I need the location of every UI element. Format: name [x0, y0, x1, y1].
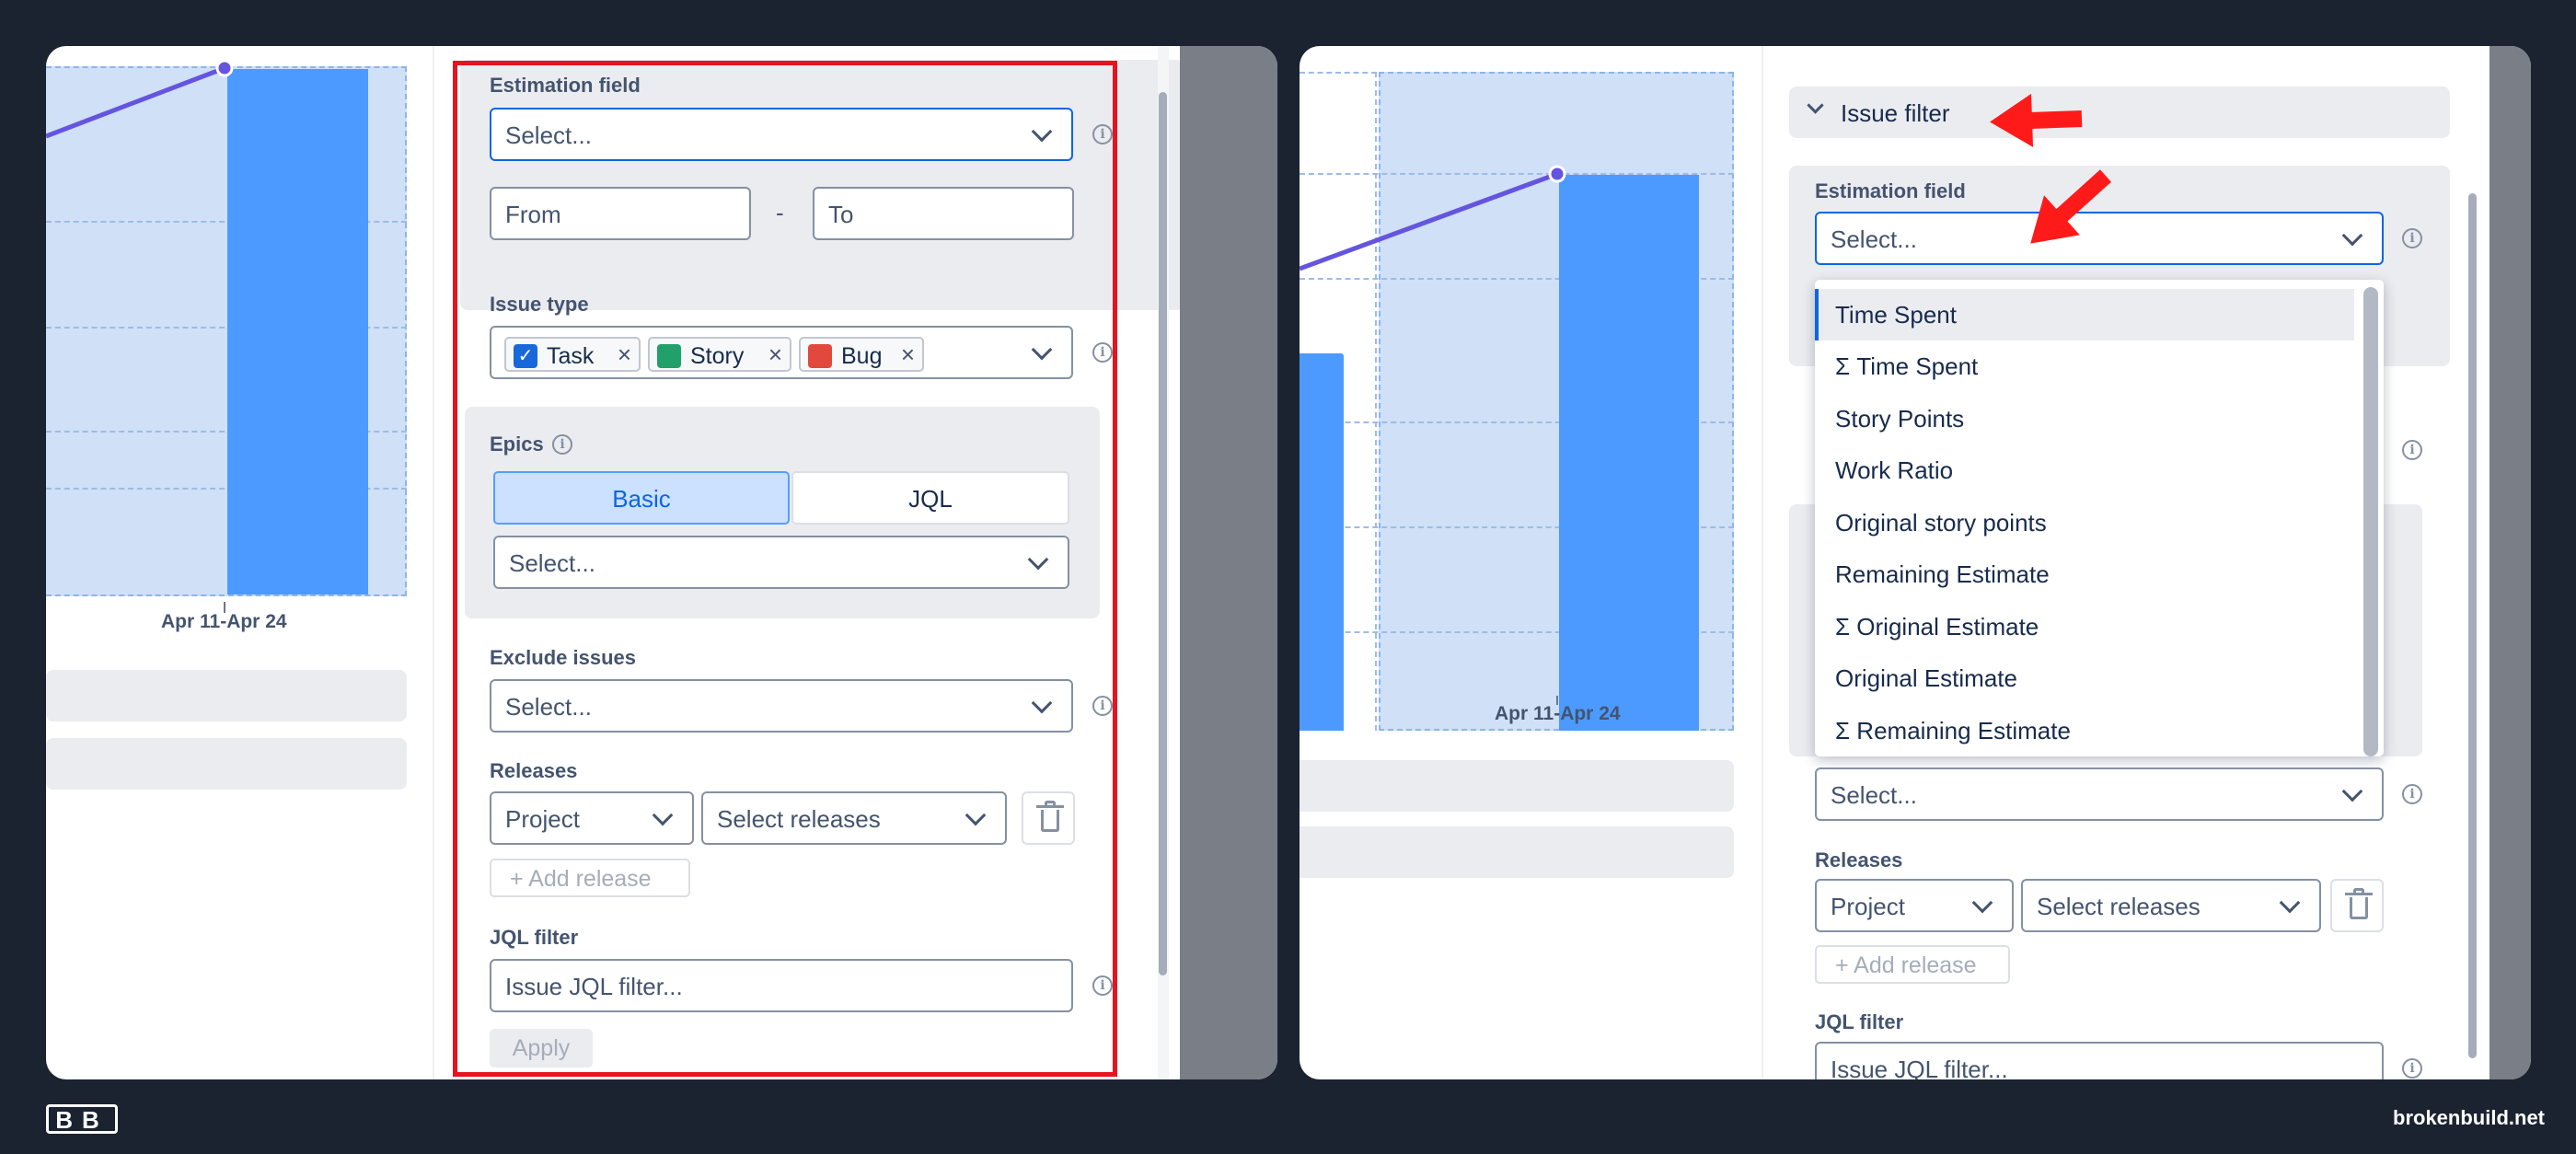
dropdown-option[interactable]: Original story points	[1815, 497, 2354, 548]
exclude-issues-select[interactable]: Select...	[1815, 767, 2384, 821]
jql-filter-input[interactable]: Issue JQL filter...	[1815, 1042, 2384, 1079]
info-icon[interactable]: i	[2402, 784, 2422, 804]
add-release-label: + Add release	[1835, 952, 1977, 978]
estimation-dropdown-menu: Time Spent Σ Time Spent Story Points Wor…	[1815, 280, 2384, 756]
annotation-arrow	[2026, 110, 2083, 130]
chart-area: Apr 11-Apr 24	[46, 46, 433, 632]
logo-text: BB	[55, 1106, 109, 1134]
scrollbar-thumb[interactable]	[1159, 92, 1167, 975]
collapsed-section[interactable]	[1300, 826, 1734, 878]
dropdown-option[interactable]: Remaining Estimate	[1815, 548, 2354, 600]
panel-grey-edge	[2489, 46, 2531, 1079]
chevron-down-icon	[2341, 225, 2363, 247]
right-screenshot-panel: Apr 11-Apr 24 Issue filter Estimation fi…	[1300, 46, 2531, 1079]
estimation-field-label: Estimation field	[1815, 179, 1966, 202]
left-screenshot-panel: Apr 11-Apr 24 Estimation field Select...…	[46, 46, 1277, 1079]
panel-grey-edge	[1180, 46, 1277, 1079]
trend-line	[1300, 165, 1566, 271]
input-placeholder: Issue JQL filter...	[1831, 1056, 2008, 1079]
estimation-field-select[interactable]: Select...	[1815, 212, 2384, 265]
issue-filter-title: Issue filter	[1841, 99, 1950, 127]
dropdown-option[interactable]: Work Ratio	[1815, 444, 2354, 496]
dropdown-option[interactable]: Story Points	[1815, 393, 2354, 444]
dropdown-option[interactable]: Σ Time Spent	[1815, 340, 2354, 392]
chart-area: Apr 11-Apr 24	[1300, 46, 1760, 745]
project-select[interactable]: Project	[1815, 879, 2014, 932]
issue-filter-header[interactable]: Issue filter	[1789, 87, 2450, 138]
x-axis-tick-label: Apr 11-Apr 24	[1495, 703, 1621, 724]
chevron-down-icon	[1971, 892, 1993, 914]
site-url[interactable]: brokenbuild.net	[2393, 1106, 2545, 1130]
trend-line	[46, 59, 234, 139]
info-icon[interactable]: i	[2402, 1058, 2422, 1079]
releases-label: Releases	[1815, 848, 1903, 871]
collapsed-section[interactable]	[46, 670, 407, 721]
select-placeholder: Select...	[1831, 781, 1917, 809]
collapsed-section[interactable]	[1300, 760, 1734, 812]
add-release-button[interactable]: + Add release	[1815, 945, 2010, 984]
collapsed-section[interactable]	[46, 738, 407, 790]
brand-logo: BB	[46, 1104, 118, 1134]
dropdown-scrollbar-thumb[interactable]	[2363, 287, 2378, 756]
panel-divider	[1762, 46, 1763, 1079]
releases-select[interactable]: Select releases	[2021, 879, 2321, 932]
x-axis-tick-label: Apr 11-Apr 24	[161, 611, 287, 632]
chevron-down-icon	[2279, 892, 2301, 914]
select-placeholder: Select...	[1831, 225, 1917, 253]
select-value: Select releases	[2037, 893, 2201, 920]
dropdown-option[interactable]: Time Spent	[1815, 289, 2354, 340]
dropdown-option[interactable]: Σ Remaining Estimate	[1815, 705, 2354, 756]
trash-icon-body	[2350, 897, 2368, 919]
delete-release-button[interactable]	[2330, 879, 2384, 932]
highlight-frame	[453, 61, 1117, 1077]
jql-filter-label: JQL filter	[1815, 1010, 1904, 1033]
select-value: Project	[1831, 893, 1905, 920]
chevron-down-icon	[1807, 97, 1824, 114]
dropdown-option[interactable]: Σ Original Estimate	[1815, 601, 2354, 652]
chart-bar	[1300, 353, 1344, 731]
panel-divider	[433, 46, 434, 1079]
info-icon[interactable]: i	[2402, 228, 2422, 248]
scrollbar-thumb[interactable]	[2468, 193, 2477, 1058]
dropdown-option[interactable]: Original Estimate	[1815, 652, 2354, 704]
chevron-down-icon	[2341, 780, 2363, 802]
info-icon[interactable]: i	[2402, 440, 2422, 460]
trash-icon	[2345, 893, 2373, 895]
